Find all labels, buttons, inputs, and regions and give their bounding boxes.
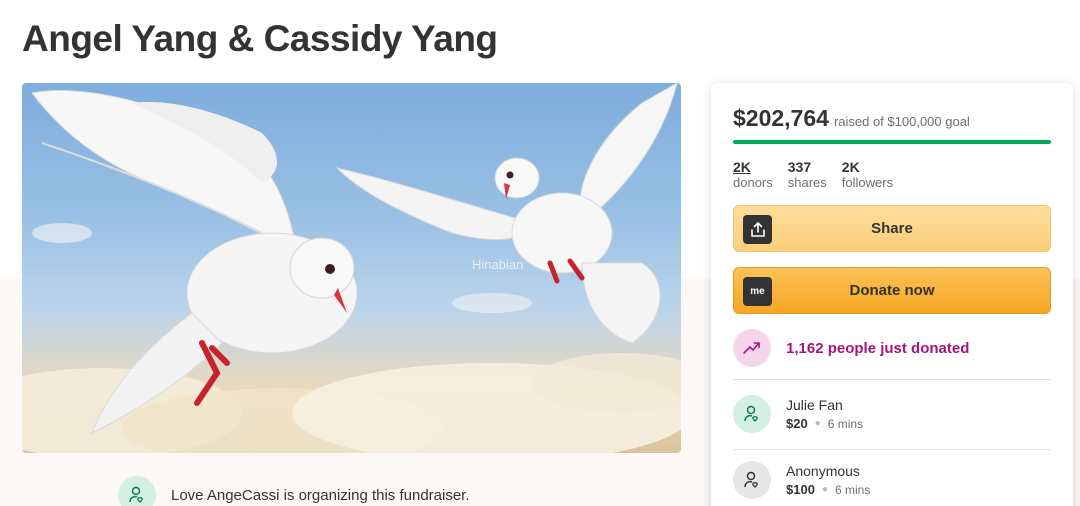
- share-button[interactable]: Share: [733, 205, 1051, 252]
- donor-name: Anonymous: [786, 463, 860, 479]
- donate-button-label: Donate now: [849, 282, 935, 299]
- divider: [733, 379, 1051, 380]
- person-heart-icon: [733, 395, 771, 433]
- share-icon: [743, 215, 772, 244]
- recent-donations: 1,162 people just donated: [733, 329, 969, 367]
- donor-meta: $100 ● 6 mins: [786, 482, 870, 497]
- watermark-text: Hinabian: [472, 257, 523, 272]
- donor-time: 6 mins: [834, 482, 871, 497]
- raised-summary: $202,764 raised of $100,000 goal: [733, 105, 970, 132]
- organizer-row: Love AngeCassi is organizing this fundra…: [118, 476, 470, 506]
- goal-text: raised of $100,000 goal: [833, 114, 970, 129]
- stat-followers-label: followers: [841, 175, 894, 190]
- trending-up-icon: [733, 329, 771, 367]
- progress-fill: [733, 140, 1051, 144]
- organizer-text: Love AngeCassi is organizing this fundra…: [171, 486, 470, 504]
- hero-image: Hinabian: [22, 83, 681, 453]
- divider: [733, 449, 1051, 450]
- donate-icon-text: me: [750, 286, 765, 297]
- stat-shares-label: shares: [787, 175, 827, 190]
- separator-dot: ●: [814, 418, 821, 429]
- stat-donors[interactable]: 2K donors: [733, 159, 773, 190]
- donation-card: $202,764 raised of $100,000 goal 2K dono…: [711, 83, 1073, 506]
- page-title: Angel Yang & Cassidy Yang: [22, 18, 498, 59]
- donor-info: Julie Fan $20 ● 6 mins: [786, 397, 863, 431]
- stats-row: 2K donors 337 shares 2K followers: [733, 159, 893, 190]
- recent-donations-text[interactable]: 1,162 people just donated: [786, 340, 969, 357]
- separator-dot: ●: [821, 484, 828, 495]
- person-heart-icon: [733, 461, 771, 499]
- stat-followers-value: 2K: [841, 159, 860, 175]
- stat-donors-label: donors: [733, 175, 773, 190]
- stat-donors-value[interactable]: 2K: [733, 159, 773, 175]
- donor-info: Anonymous $100 ● 6 mins: [786, 463, 870, 497]
- stat-followers: 2K followers: [842, 159, 893, 190]
- share-button-label: Share: [871, 220, 913, 237]
- donate-now-button[interactable]: me Donate now: [733, 267, 1051, 314]
- donor-name: Julie Fan: [786, 397, 843, 413]
- stat-shares-value: 337: [787, 159, 812, 175]
- donor-item: Anonymous $100 ● 6 mins: [733, 461, 870, 499]
- doves-illustration: Hinabian: [22, 83, 681, 453]
- person-heart-icon: [118, 476, 156, 506]
- gofundme-logo-icon: me: [743, 277, 772, 306]
- donor-amount: $20: [786, 416, 808, 431]
- raised-amount: $202,764: [733, 105, 829, 131]
- stat-shares: 337 shares: [788, 159, 827, 190]
- donor-time: 6 mins: [827, 416, 864, 431]
- donor-item: Julie Fan $20 ● 6 mins: [733, 395, 863, 433]
- donor-amount: $100: [786, 482, 815, 497]
- progress-bar: [733, 140, 1051, 144]
- donor-meta: $20 ● 6 mins: [786, 416, 863, 431]
